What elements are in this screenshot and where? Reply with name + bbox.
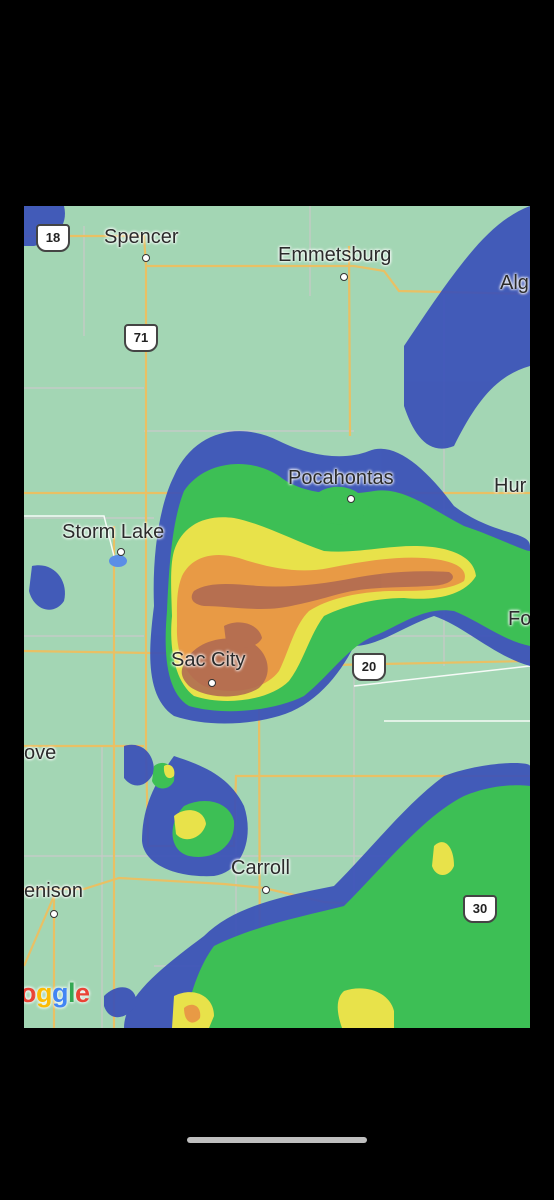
city-label-sac-city[interactable]: Sac City	[171, 649, 245, 672]
city-marker-pocahontas	[347, 495, 355, 503]
us-20-shield: 20	[352, 653, 386, 681]
city-label-spencer[interactable]: Spencer	[104, 226, 179, 249]
city-marker-carroll	[262, 886, 270, 894]
route-number: 20	[361, 659, 377, 674]
us-18-shield: 18	[36, 224, 70, 252]
city-label-algona[interactable]: Alg	[500, 272, 529, 295]
city-label-storm-lake[interactable]: Storm Lake	[62, 521, 164, 544]
route-number: 18	[45, 230, 61, 245]
us-71-shield: 71	[124, 324, 158, 352]
city-marker-spencer	[142, 254, 150, 262]
us-30-shield: 30	[463, 895, 497, 923]
logo-letter: l	[68, 978, 76, 1008]
radar-layer	[24, 206, 530, 1028]
route-number: 30	[472, 901, 488, 916]
city-marker-sac-city	[208, 679, 216, 687]
city-label-carroll[interactable]: Carroll	[231, 857, 290, 880]
google-logo: oggle	[24, 978, 90, 1009]
city-label-pocahontas[interactable]: Pocahontas	[288, 467, 394, 490]
city-label-emmetsburg[interactable]: Emmetsburg	[278, 244, 391, 267]
logo-letter: g	[36, 978, 53, 1008]
logo-letter: o	[24, 978, 37, 1008]
radar-map[interactable]: 18 71 20 30 Spencer Emmetsburg Alg Pocah…	[24, 206, 530, 1028]
city-label-fort-dodge[interactable]: Fo	[508, 608, 530, 631]
city-label-humboldt[interactable]: Hur	[494, 475, 526, 498]
home-indicator[interactable]	[187, 1137, 367, 1143]
city-marker-storm-lake	[117, 548, 125, 556]
route-number: 71	[133, 330, 149, 345]
logo-letter: e	[75, 978, 90, 1008]
city-label-ida-grove[interactable]: ove	[24, 742, 56, 765]
city-marker-emmetsburg	[340, 273, 348, 281]
city-label-denison[interactable]: enison	[24, 880, 83, 903]
logo-letter: g	[52, 978, 69, 1008]
city-marker-denison	[50, 910, 58, 918]
